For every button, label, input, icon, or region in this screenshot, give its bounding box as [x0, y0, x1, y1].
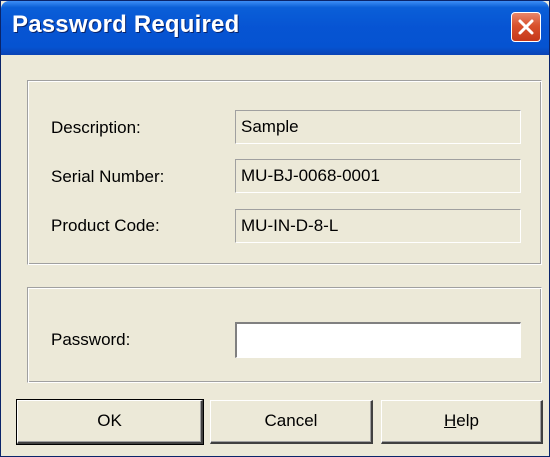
- password-dialog: Password Required Description: Sample Se…: [0, 0, 550, 457]
- help-accelerator: H: [444, 411, 457, 430]
- dialog-title: Password Required: [12, 11, 240, 38]
- close-button[interactable]: [511, 12, 541, 42]
- description-field: Sample: [235, 110, 521, 144]
- serial-number-label: Serial Number:: [51, 167, 165, 186]
- help-button[interactable]: Help: [381, 400, 543, 444]
- ok-button[interactable]: OK: [16, 399, 204, 445]
- title-bar[interactable]: Password Required: [1, 1, 549, 55]
- password-input[interactable]: [235, 322, 521, 358]
- product-code-field: MU-IN-D-8-L: [235, 209, 521, 243]
- cancel-button[interactable]: Cancel: [210, 400, 373, 444]
- close-icon: [518, 19, 534, 35]
- product-code-label: Product Code:: [51, 216, 160, 235]
- help-label-rest: elp: [456, 411, 479, 430]
- serial-number-field: MU-BJ-0068-0001: [235, 159, 521, 193]
- description-label: Description:: [51, 118, 141, 137]
- password-label: Password:: [51, 330, 131, 349]
